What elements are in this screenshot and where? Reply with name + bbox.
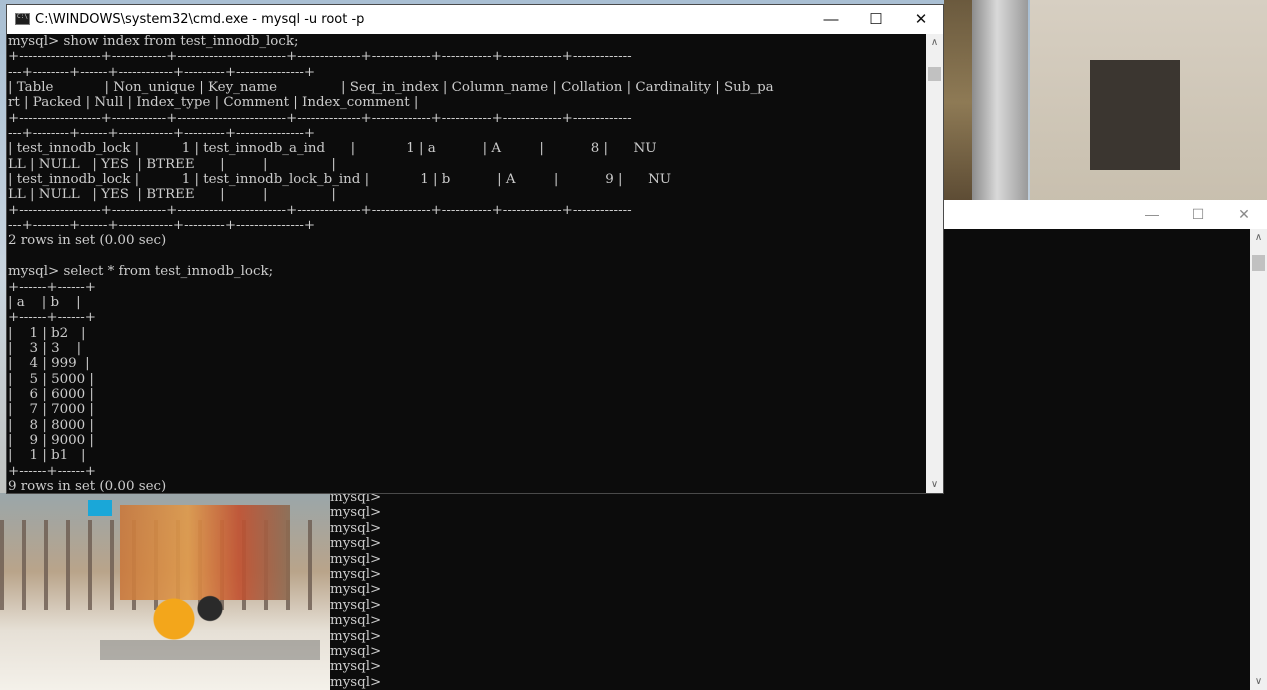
wallpaper-shadow — [100, 640, 320, 660]
console-line: 9 rows in set (0.00 sec) — [8, 478, 167, 493]
maximize-icon[interactable]: ☐ — [1175, 200, 1221, 229]
console-line: mysql> select * from test_innodb_lock; — [8, 264, 274, 280]
wallpaper-blue-sign — [88, 500, 112, 516]
terminal-icon — [15, 13, 30, 25]
minimize-icon[interactable]: — — [808, 5, 854, 34]
console-line: mysql> — [330, 613, 382, 629]
background-window-scrollbar[interactable]: ∧ ∨ — [1250, 229, 1267, 690]
console-line: | 1 | b2 | — [8, 325, 86, 341]
console-line: ---+--------+------+------------+-------… — [8, 126, 316, 142]
console-line: ---+--------+------+------------+-------… — [8, 64, 316, 80]
console-line: mysql> — [330, 644, 382, 660]
console-line: rt | Packed | Null | Index_type | Commen… — [8, 95, 419, 111]
console-line: | test_innodb_lock | 1 | test_innodb_a_i… — [8, 141, 657, 157]
console-line: LL | NULL | YES | BTREE | | | — [8, 156, 336, 172]
console-line: mysql> — [330, 659, 382, 675]
console-line: mysql> — [330, 505, 382, 521]
scroll-up-icon[interactable]: ∧ — [1250, 229, 1267, 246]
console-line: | test_innodb_lock | 1 | test_innodb_loc… — [8, 172, 672, 188]
console-line: +------+------+ — [8, 279, 96, 295]
scroll-up-icon[interactable]: ∧ — [926, 34, 943, 51]
wallpaper-scooter — [150, 570, 230, 640]
console-line: +------+------+ — [8, 310, 96, 326]
console-line: | 8 | 8000 | — [8, 417, 94, 433]
console-line: +------------------+------------+-------… — [8, 202, 632, 218]
console-line: mysql> — [330, 597, 382, 613]
console-line: | Table | Non_unique | Key_name | Seq_in… — [8, 80, 774, 96]
console-line: mysql> — [330, 628, 382, 644]
console-line: mysql> — [330, 520, 382, 536]
console-line: mysql> — [330, 582, 382, 598]
console-text: mysql> show index from test_innodb_lock;… — [7, 34, 927, 493]
window-title: C:\WINDOWS\system32\cmd.exe - mysql -u r… — [35, 12, 365, 27]
scroll-down-icon[interactable]: ∨ — [926, 476, 943, 493]
maximize-icon[interactable]: ☐ — [853, 5, 899, 34]
console-line: 2 rows in set (0.00 sec) — [8, 233, 167, 249]
console-output[interactable]: mysql> show index from test_innodb_lock;… — [7, 34, 927, 493]
console-line: | 3 | 3 | — [8, 340, 82, 356]
cmd-titlebar[interactable]: C:\WINDOWS\system32\cmd.exe - mysql -u r… — [7, 5, 943, 34]
console-line: mysql> — [330, 551, 382, 567]
console-line: | 4 | 999 | — [8, 356, 90, 372]
close-icon[interactable]: ✕ — [898, 5, 944, 34]
console-line: mysql> show index from test_innodb_lock; — [8, 34, 299, 49]
scrollbar-thumb[interactable] — [928, 67, 941, 81]
background-window-titlebar[interactable]: — ☐ ✕ — [944, 200, 1267, 229]
minimize-icon[interactable]: — — [1129, 200, 1175, 229]
close-icon[interactable]: ✕ — [1221, 200, 1267, 229]
scrollbar-thumb[interactable] — [1252, 255, 1265, 271]
console-line: mysql> — [330, 536, 382, 552]
console-line: LL | NULL | YES | BTREE | | | — [8, 187, 336, 203]
wallpaper-building-window — [1090, 60, 1180, 170]
console-line: +------+------+ — [8, 463, 96, 479]
console-line: mysql> — [330, 674, 382, 690]
console-line: | 6 | 6000 | — [8, 386, 94, 402]
background-console-output: mysql> mysql> mysql> mysql> mysql> mysql> mysq… — [330, 490, 381, 690]
console-line: ---+--------+------+------------+-------… — [8, 218, 316, 234]
console-line: | 1 | b1 | — [8, 448, 86, 464]
console-line: | 7 | 7000 | — [8, 402, 94, 418]
cmd-window[interactable]: C:\WINDOWS\system32\cmd.exe - mysql -u r… — [6, 4, 944, 494]
scroll-down-icon[interactable]: ∨ — [1250, 673, 1267, 690]
cmd-vertical-scrollbar[interactable]: ∧ ∨ — [926, 34, 943, 493]
wallpaper-pole — [972, 0, 1028, 205]
console-line: +------------------+------------+-------… — [8, 49, 632, 65]
console-line: | a | b | — [8, 294, 81, 310]
console-line: | 5 | 5000 | — [8, 371, 94, 387]
console-line: +------------------+------------+-------… — [8, 110, 632, 126]
console-line: mysql> — [330, 567, 382, 583]
console-line: | 9 | 9000 | — [8, 432, 94, 448]
